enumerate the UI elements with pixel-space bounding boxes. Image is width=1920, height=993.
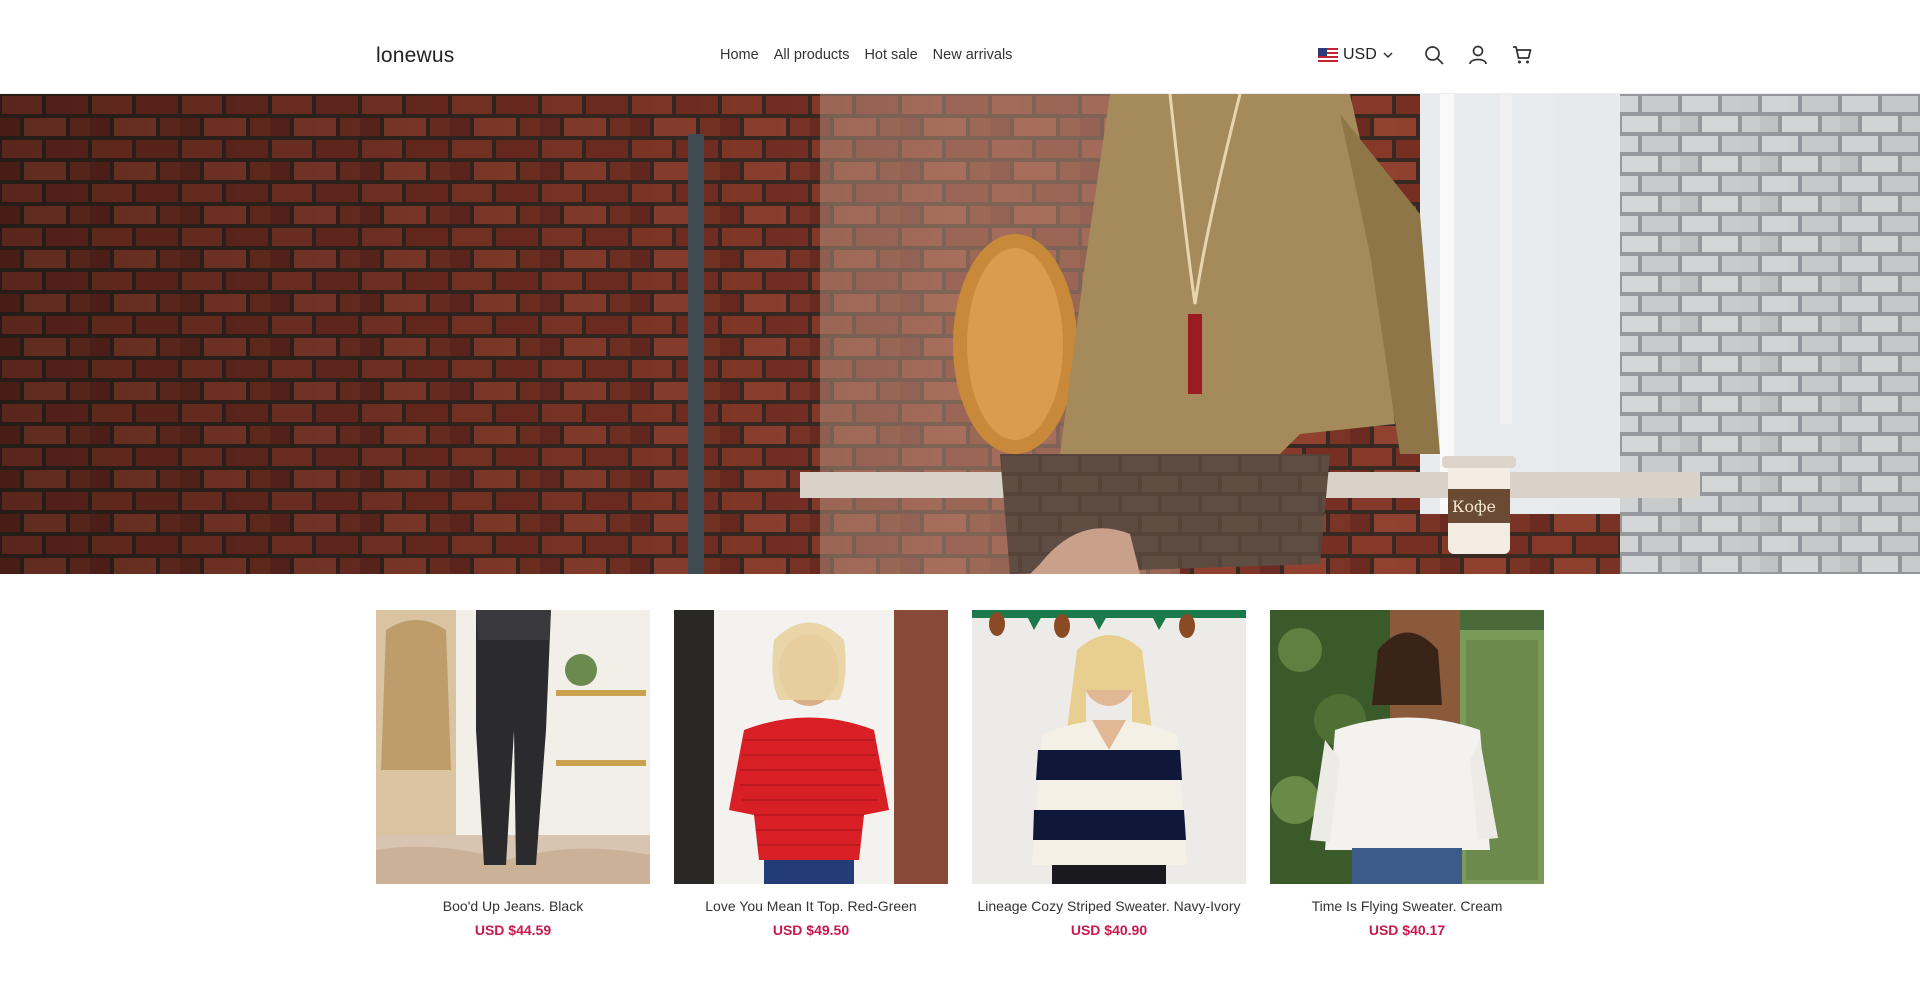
chevron-down-icon (1383, 52, 1393, 59)
product-title[interactable]: Time Is Flying Sweater. Cream (1270, 896, 1544, 916)
product-title[interactable]: Boo'd Up Jeans. Black (376, 896, 650, 916)
hero-banner[interactable]: Кофе (0, 94, 1920, 574)
product-grid: Boo'd Up Jeans. Black USD $44.59 Love Yo… (376, 610, 1544, 938)
product-price: USD $49.50 (772, 922, 850, 938)
product-title[interactable]: Love You Mean It Top. Red-Green (674, 896, 948, 916)
product-card[interactable]: Time Is Flying Sweater. Cream USD $40.17 (1270, 610, 1544, 938)
search-icon[interactable] (1423, 44, 1445, 66)
product-price: USD $44.59 (474, 922, 552, 938)
store-logo[interactable]: lonewus (376, 44, 454, 68)
user-icon[interactable] (1467, 44, 1489, 66)
nav-all-products[interactable]: All products (774, 47, 850, 63)
nav-new-arrivals[interactable]: New arrivals (933, 47, 1013, 63)
currency-label: USD (1343, 46, 1377, 63)
product-image[interactable] (1270, 610, 1544, 884)
currency-selector[interactable]: USD (1318, 46, 1394, 64)
main-nav: Home All products Hot sale New arrivals (720, 47, 1012, 63)
product-image[interactable] (674, 610, 948, 884)
svg-text:Кофе: Кофе (1452, 497, 1496, 516)
site-header: lonewus Home All products Hot sale New a… (0, 0, 1920, 94)
product-card[interactable]: Lineage Cozy Striped Sweater. Navy-Ivory… (972, 610, 1246, 938)
hero-image: Кофе (0, 94, 1920, 574)
product-card[interactable]: Boo'd Up Jeans. Black USD $44.59 (376, 610, 650, 938)
nav-home[interactable]: Home (720, 47, 759, 63)
cart-icon[interactable] (1511, 44, 1533, 66)
nav-hot-sale[interactable]: Hot sale (864, 47, 917, 63)
product-price: USD $40.90 (1070, 922, 1148, 938)
product-image[interactable] (972, 610, 1246, 884)
product-card[interactable]: Love You Mean It Top. Red-Green USD $49.… (674, 610, 948, 938)
product-title[interactable]: Lineage Cozy Striped Sweater. Navy-Ivory (972, 896, 1246, 916)
us-flag-icon (1318, 48, 1338, 62)
product-image[interactable] (376, 610, 650, 884)
product-price: USD $40.17 (1368, 922, 1446, 938)
